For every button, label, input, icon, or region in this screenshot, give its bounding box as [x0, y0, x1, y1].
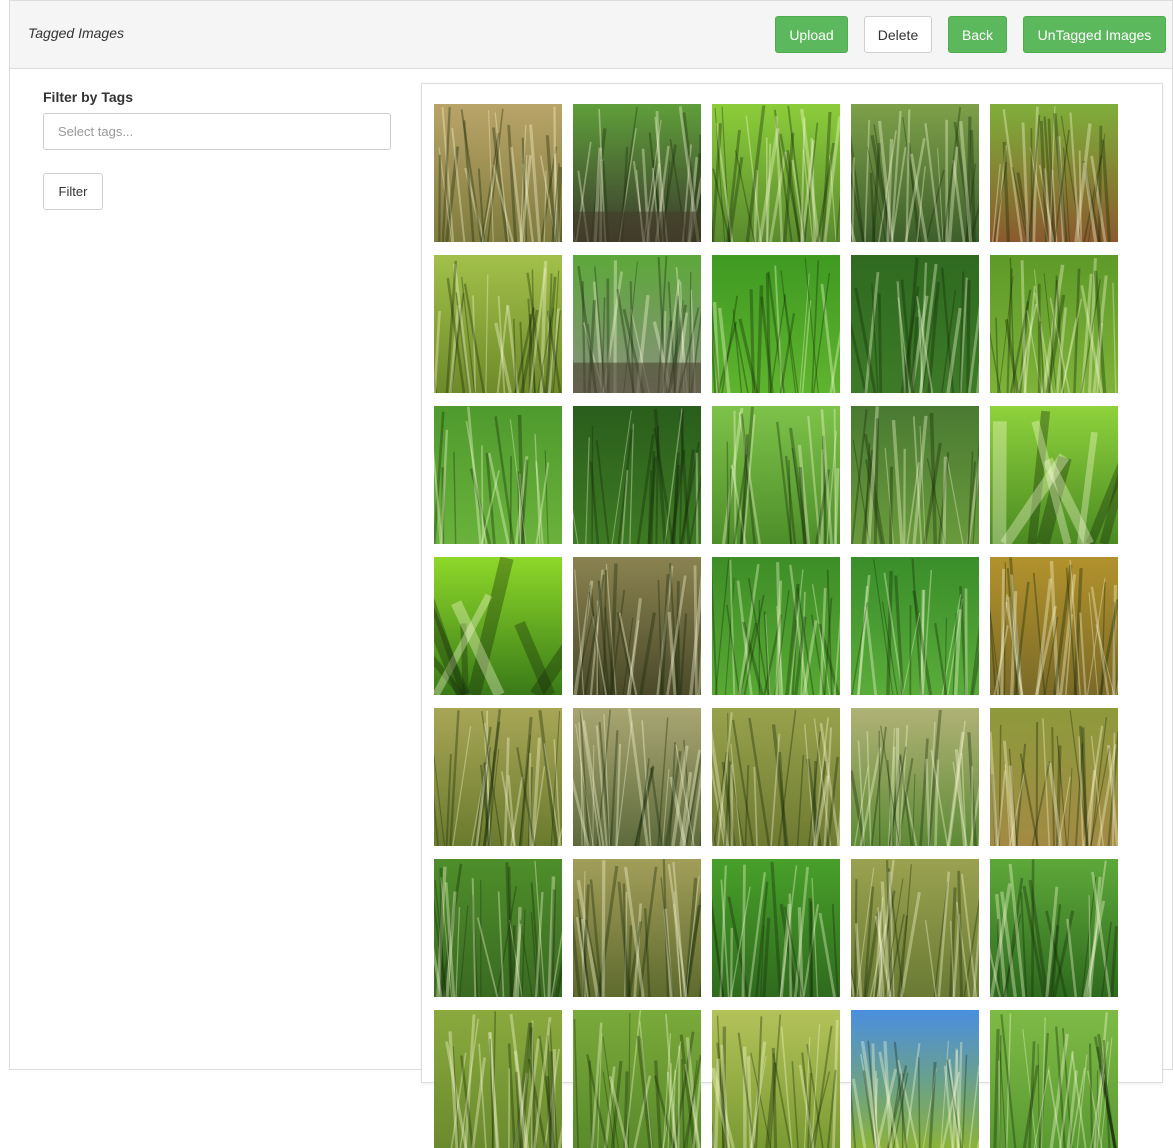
rice-plant-image	[712, 255, 840, 393]
gallery-thumbnail[interactable]	[851, 557, 979, 695]
gallery-thumbnail[interactable]	[434, 104, 562, 242]
gallery-thumbnail[interactable]	[573, 1010, 701, 1148]
upload-button[interactable]: Upload	[775, 16, 848, 53]
gallery-thumbnail[interactable]	[712, 1010, 840, 1148]
gallery-thumbnail[interactable]	[990, 406, 1118, 544]
tagged-images-panel: Tagged Images Upload Delete Back UnTagge…	[9, 0, 1173, 1148]
gallery-thumbnail[interactable]	[851, 104, 979, 242]
image-gallery	[421, 83, 1163, 1148]
tag-select-input[interactable]	[43, 113, 391, 150]
gallery-thumbnail[interactable]	[573, 859, 701, 997]
rice-plant-image	[573, 406, 701, 544]
gallery-thumbnail[interactable]	[573, 406, 701, 544]
rice-plant-image	[434, 255, 562, 393]
filter-button[interactable]: Filter	[43, 173, 103, 210]
gallery-thumbnail[interactable]	[712, 406, 840, 544]
gallery-thumbnail[interactable]	[990, 255, 1118, 393]
rice-plant-image	[990, 859, 1118, 997]
rice-plant-image	[990, 557, 1118, 695]
gallery-thumbnail[interactable]	[712, 859, 840, 997]
gallery-thumbnail[interactable]	[573, 557, 701, 695]
rice-plant-image	[573, 708, 701, 846]
rice-plant-image	[851, 708, 979, 846]
gallery-thumbnail[interactable]	[990, 708, 1118, 846]
rice-plant-image	[990, 255, 1118, 393]
rice-plant-image	[712, 708, 840, 846]
rice-plant-image	[434, 104, 562, 242]
gallery-thumbnail[interactable]	[434, 255, 562, 393]
gallery-thumbnail[interactable]	[434, 859, 562, 997]
rice-plant-image	[712, 104, 840, 242]
rice-plant-image	[851, 1010, 979, 1148]
gallery-thumbnail[interactable]	[851, 406, 979, 544]
gallery-thumbnail[interactable]	[434, 708, 562, 846]
rice-plant-image	[712, 1010, 840, 1148]
gallery-thumbnail[interactable]	[990, 104, 1118, 242]
gallery-thumbnail[interactable]	[990, 557, 1118, 695]
untagged-images-button[interactable]: UnTagged Images	[1023, 16, 1166, 53]
page-title: Tagged Images	[28, 25, 124, 41]
rice-plant-image	[712, 557, 840, 695]
rice-plant-image	[851, 859, 979, 997]
rice-plant-image	[990, 1010, 1118, 1148]
back-button[interactable]: Back	[948, 16, 1007, 53]
gallery-thumbnail[interactable]	[851, 859, 979, 997]
rice-plant-image	[573, 859, 701, 997]
rice-plant-image	[573, 1010, 701, 1148]
rice-plant-image	[851, 104, 979, 242]
rice-plant-image	[434, 557, 562, 695]
rice-plant-image	[573, 557, 701, 695]
gallery-thumbnail[interactable]	[712, 104, 840, 242]
rice-plant-image	[573, 104, 701, 242]
rice-plant-image	[712, 406, 840, 544]
rice-plant-image	[573, 255, 701, 393]
gallery-thumbnail[interactable]	[712, 255, 840, 393]
gallery-thumbnail[interactable]	[851, 255, 979, 393]
gallery-thumbnail[interactable]	[573, 255, 701, 393]
gallery-thumbnail[interactable]	[573, 708, 701, 846]
gallery-thumbnail[interactable]	[990, 859, 1118, 997]
gallery-thumbnail[interactable]	[851, 1010, 979, 1148]
rice-plant-image	[434, 859, 562, 997]
rice-plant-image	[851, 406, 979, 544]
filter-by-tags-label: Filter by Tags	[43, 89, 133, 105]
rice-plant-image	[851, 557, 979, 695]
rice-plant-image	[434, 406, 562, 544]
rice-plant-image	[434, 708, 562, 846]
rice-plant-image	[990, 406, 1118, 544]
gallery-thumbnail[interactable]	[434, 557, 562, 695]
gallery-thumbnail[interactable]	[434, 1010, 562, 1148]
gallery-thumbnail[interactable]	[851, 708, 979, 846]
rice-plant-image	[990, 708, 1118, 846]
gallery-thumbnail[interactable]	[712, 708, 840, 846]
panel-heading: Tagged Images Upload Delete Back UnTagge…	[10, 1, 1172, 69]
gallery-thumbnail[interactable]	[712, 557, 840, 695]
delete-button[interactable]: Delete	[864, 16, 932, 53]
gallery-thumbnail[interactable]	[990, 1010, 1118, 1148]
gallery-thumbnail[interactable]	[434, 406, 562, 544]
rice-plant-image	[851, 255, 979, 393]
rice-plant-image	[990, 104, 1118, 242]
rice-plant-image	[712, 859, 840, 997]
rice-plant-image	[434, 1010, 562, 1148]
gallery-thumbnail[interactable]	[573, 104, 701, 242]
